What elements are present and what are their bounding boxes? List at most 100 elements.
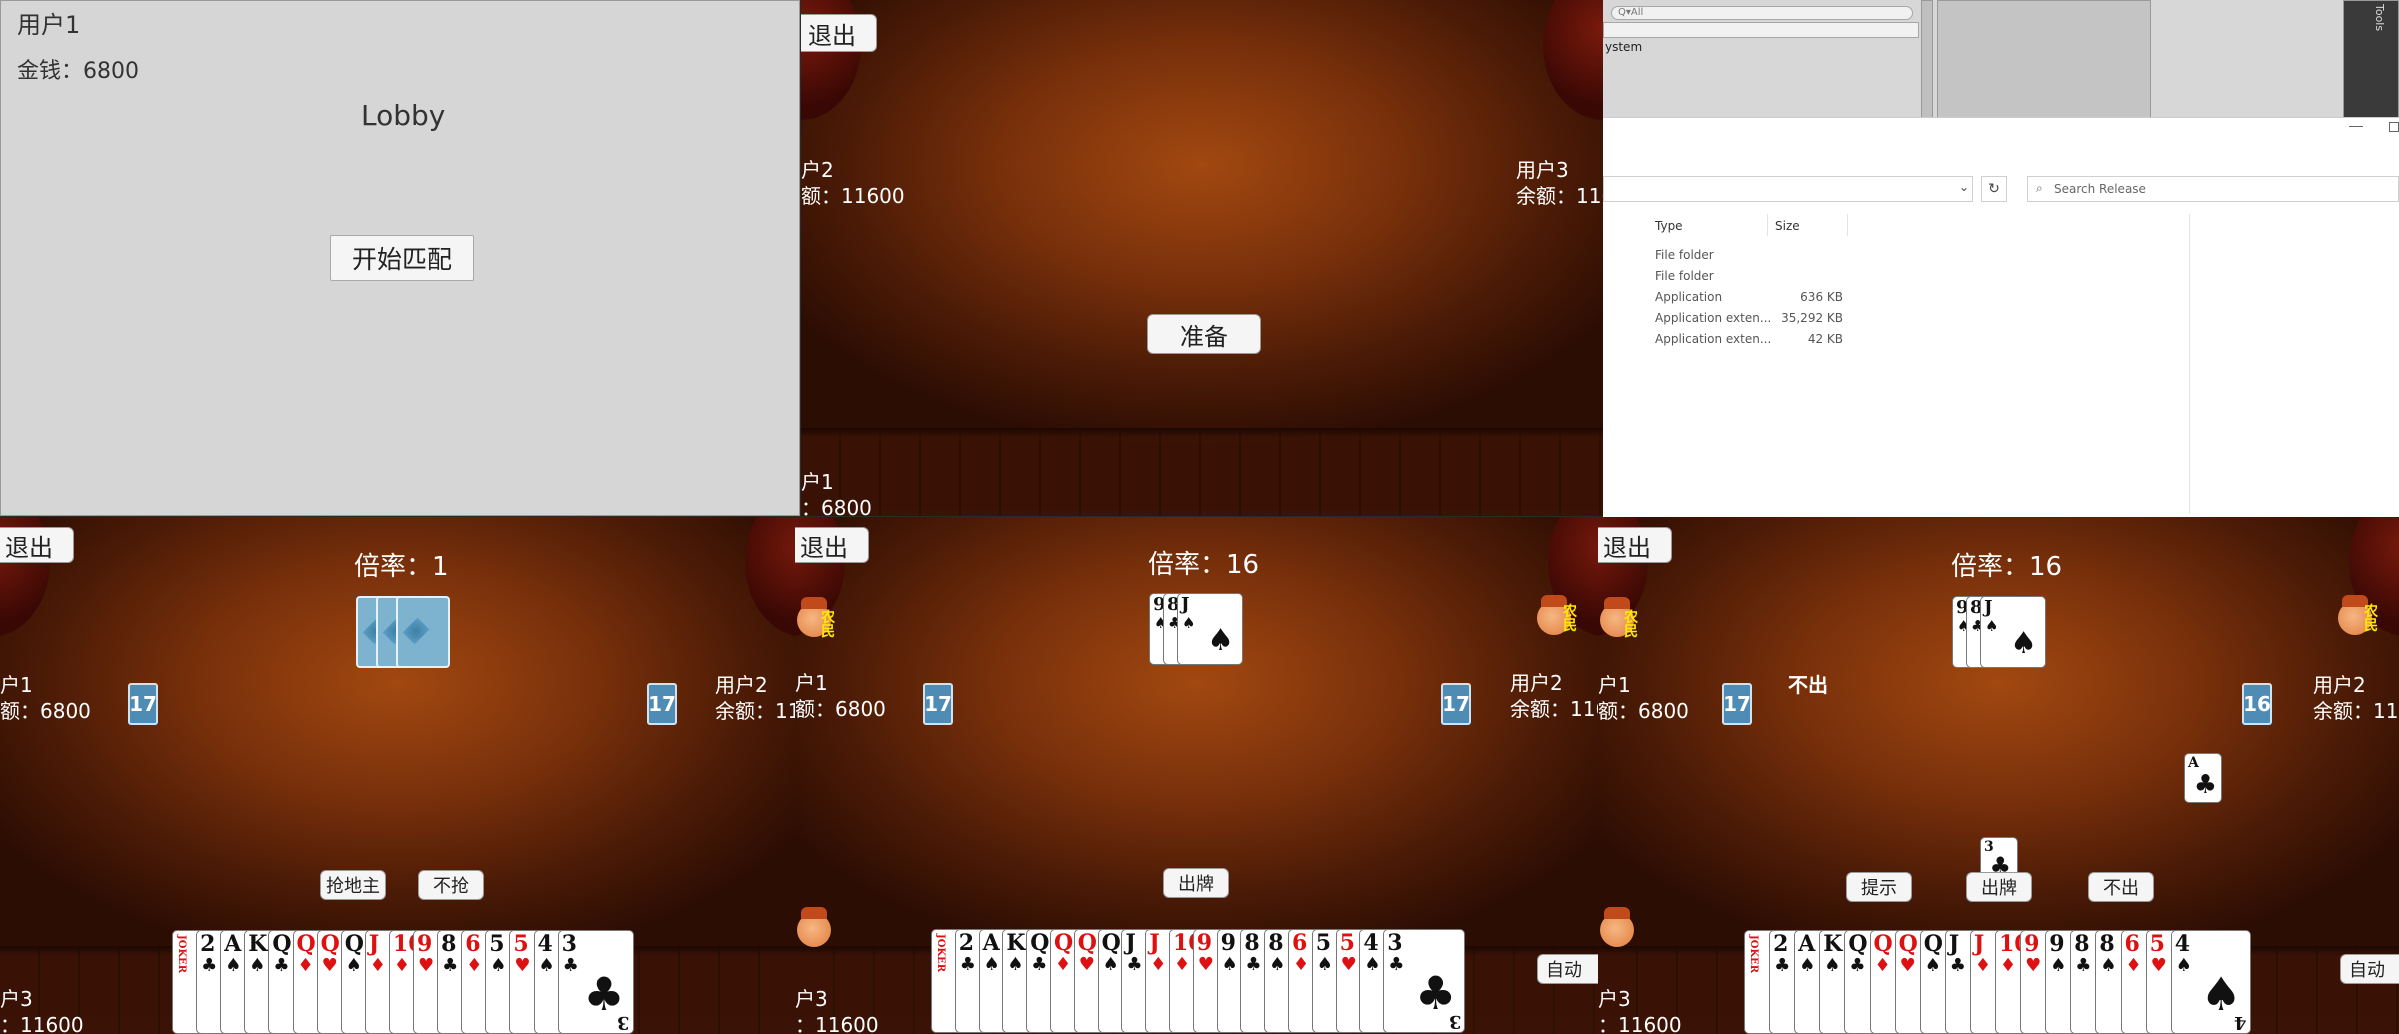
start-match-button[interactable]: 开始匹配 (330, 235, 474, 281)
card-rank: 9 (417, 931, 433, 957)
card-rank: 6 (1292, 930, 1308, 956)
inspector-panel (1937, 0, 2151, 118)
play-cards-button[interactable]: 出牌 (1966, 872, 2032, 902)
hand-card[interactable]: 3 ♣ ♣ 3 (1383, 929, 1466, 1033)
card-rank: 3 (1387, 930, 1403, 956)
card-suit: ♣ (201, 955, 218, 976)
card-suit: ♠ (1985, 617, 1999, 635)
column-size[interactable]: Size (1775, 219, 1800, 233)
card-rank: K (1823, 931, 1843, 957)
card-suit: ♦ (1293, 954, 1310, 975)
card-rank: 5 (489, 931, 505, 957)
auto-play-button[interactable]: 自动 (1537, 954, 1598, 984)
row-type[interactable]: File folder (1655, 248, 1714, 262)
card-rank: 6 (465, 931, 481, 957)
card-rank: 8 (2074, 931, 2090, 957)
card-suit: ♥ (1340, 954, 1357, 975)
card-rank: J (368, 931, 380, 957)
editor-tree-item[interactable]: ystem (1605, 40, 1642, 54)
card-suit: ♣ (1774, 955, 1791, 976)
card-rank: 8 (1244, 930, 1260, 956)
card-rank: 4 (2174, 931, 2190, 957)
column-type[interactable]: Type (1655, 219, 1683, 233)
card-suit: ♥ (418, 955, 435, 976)
right-player-balance: 余额：116 (2313, 699, 2399, 723)
card-rank: JOKER (935, 934, 946, 973)
column-divider (1767, 214, 1768, 236)
search-input[interactable]: ⌕ Search Release (2027, 176, 2399, 202)
card-rank: 2 (958, 930, 975, 956)
right-player-balance: 余额：11 (715, 699, 795, 723)
player-hand: JOKER 2 ♣ A ♠ K ♠ Q ♣ Q ♦ Q ♥ Q ♠ J ♣ J ♦ 10 ♦ 9 ♥ 9 ♠ 8 ♣ 8 ♠ 6 ♦ 5 ♠ 5 ♥… (931, 929, 1466, 1033)
hand-card[interactable]: 3 ♣ ♣ 3 (557, 930, 634, 1034)
maximize-icon[interactable] (2389, 122, 2399, 132)
card-suit: ♣ (442, 955, 459, 976)
card-suit: ♠ (1102, 954, 1119, 975)
row-size: 636 KB (1800, 290, 1843, 304)
hint-button[interactable]: 提示 (1846, 872, 1912, 902)
card-suit: ♦ (1150, 954, 1167, 975)
address-bar[interactable] (1603, 176, 1973, 202)
card-suit: ♣ (1849, 955, 1866, 976)
card-big-suit: ♠ (2010, 626, 2037, 661)
card-suit: ♠ (1182, 614, 1196, 632)
card-rank: J (1973, 931, 1985, 957)
exit-button[interactable]: 退出 (795, 527, 869, 563)
editor-search-input[interactable]: Q▾All (1611, 6, 1913, 20)
rob-landlord-button[interactable]: 抢地主 (320, 870, 386, 900)
card-rank: JOKER (176, 935, 187, 974)
card-suit: ♦ (1055, 954, 1072, 975)
minimize-icon[interactable] (2349, 126, 2363, 127)
row-type[interactable]: Application (1655, 290, 1722, 304)
card-rank: 4 (537, 931, 553, 957)
right-player-name: 用户2 (715, 673, 768, 697)
card-suit: ♦ (1174, 954, 1191, 975)
card-rank: J (1948, 931, 1960, 957)
multiplier-label: 倍率：16 (1148, 550, 1260, 580)
card-rank: 2 (200, 931, 216, 957)
editor-panel: Q▾All ystem Tools (1603, 0, 2399, 118)
right-card-count: 17 (1441, 683, 1471, 725)
side-tools-label: Tools (2373, 4, 2386, 32)
game-window-playing: 退出 倍率：16 9 ♠ 8 ♣ J ♠ ♠ 农民 农民 户1 额：6800 17 17 用… (795, 517, 1598, 1034)
play-cards-button[interactable]: 出牌 (1163, 868, 1229, 898)
card-rank: 9 (2024, 931, 2040, 957)
exit-button[interactable]: 退出 (0, 527, 74, 563)
exit-button[interactable]: 退出 (1598, 527, 1672, 563)
pane-divider (2189, 214, 2190, 514)
stage-floor (801, 428, 1603, 516)
card-big-suit: ♠ (2200, 967, 2242, 1021)
exit-button[interactable]: 退出 (801, 14, 877, 52)
card-rank: J (1984, 597, 1993, 618)
card-rank: Q (1054, 930, 1074, 956)
card-rank-flipped: 3 (617, 1012, 630, 1033)
editor-toolbar (1603, 22, 1919, 38)
pass-button[interactable]: 不出 (2088, 872, 2154, 902)
ready-button[interactable]: 准备 (1147, 314, 1261, 354)
search-placeholder: Search Release (2054, 182, 2146, 196)
self-name: 户3 (795, 987, 828, 1011)
played-card-right: A ♣ (2184, 753, 2222, 803)
card-rank-flipped: 3 (1448, 1011, 1462, 1032)
self-balance: ：6800 (801, 496, 872, 516)
no-rob-button[interactable]: 不抢 (418, 870, 484, 900)
row-size: 42 KB (1807, 332, 1843, 346)
refresh-icon[interactable]: ↻ (1981, 176, 2007, 202)
hand-card[interactable]: 4 ♠ ♠ 4 (2170, 930, 2251, 1034)
card-suit: ♦ (2000, 955, 2017, 976)
card-suit: ♦ (393, 955, 411, 976)
card-suit: ♣ (1245, 954, 1262, 975)
left-player-name: 户1 (795, 671, 828, 695)
card-suit: ♠ (983, 954, 1000, 975)
chevron-down-icon[interactable]: ⌄ (1959, 180, 1969, 194)
auto-play-button[interactable]: 自动 (2340, 954, 2399, 984)
row-type[interactable]: File folder (1655, 269, 1714, 283)
card-rank: A (224, 931, 242, 957)
card-suit: ♠ (1316, 954, 1333, 975)
card-suit: ♥ (321, 955, 338, 976)
card-rank: 3 (561, 931, 577, 957)
left-player-name: 户2 (801, 158, 834, 182)
curtain-right (1543, 0, 1603, 120)
card-rank: K (248, 931, 268, 957)
card-rank: 2 (1773, 931, 1789, 957)
